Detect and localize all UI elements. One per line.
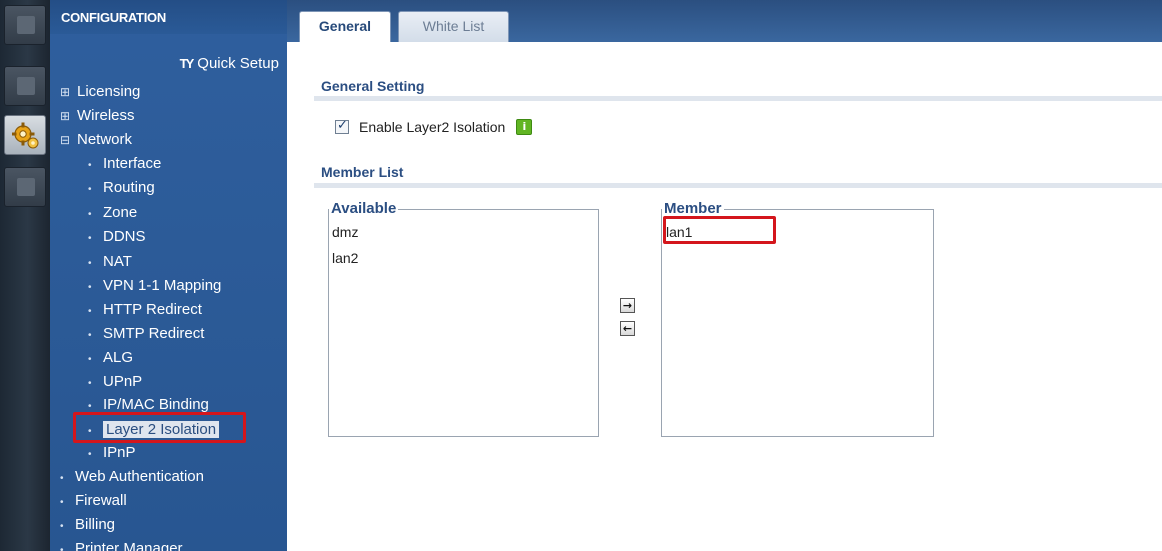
maintenance-button[interactable] (4, 167, 46, 207)
quick-setup-label: Quick Setup (197, 55, 279, 72)
enable-layer2-isolation-checkbox[interactable] (335, 118, 349, 134)
monitor-button[interactable] (4, 66, 46, 106)
bullet-icon: • (88, 258, 92, 269)
bullet-icon: • (88, 160, 92, 171)
bullet-icon: • (60, 473, 64, 484)
quick-setup-link[interactable]: TY Quick Setup (180, 55, 279, 72)
available-listbox[interactable] (328, 209, 599, 437)
nav-item-alg[interactable]: • ALG (88, 349, 133, 369)
expand-icon: ⊞ (60, 85, 71, 99)
enable-layer2-isolation-label: Enable Layer2 Isolation (359, 119, 506, 135)
bullet-icon: • (88, 184, 92, 195)
nav-header: CONFIGURATION (50, 0, 287, 34)
configuration-nav: CONFIGURATION TY Quick Setup ⊞ Licensing … (50, 0, 287, 551)
highlight-box-member (663, 216, 776, 244)
dashboard-button[interactable] (4, 5, 46, 45)
nav-item-upnp[interactable]: • UPnP (88, 373, 142, 393)
monitor-icon (17, 77, 35, 95)
nav-item-web-authentication[interactable]: • Web Authentication (60, 468, 204, 488)
nav-item-printer-manager[interactable]: • Printer Manager (60, 540, 183, 551)
nav-item-wireless[interactable]: ⊞ Wireless (60, 107, 135, 125)
available-label: Available (329, 200, 399, 217)
nav-item-billing[interactable]: • Billing (60, 516, 115, 536)
general-setting-title: General Setting (321, 78, 425, 94)
bullet-icon: • (88, 449, 92, 460)
nav-item-zone[interactable]: • Zone (88, 204, 137, 224)
nav-item-ipnp[interactable]: • IPnP (88, 444, 136, 464)
configuration-gear-icon (12, 122, 39, 149)
nav-item-interface[interactable]: • Interface (88, 155, 161, 175)
bullet-icon: • (88, 233, 92, 244)
member-label: Member (662, 200, 724, 217)
bullet-icon: • (60, 521, 64, 532)
nav-item-http-redirect[interactable]: • HTTP Redirect (88, 301, 202, 321)
nav-item-firewall[interactable]: • Firewall (60, 492, 127, 512)
info-icon[interactable]: i (516, 119, 533, 135)
tab-general[interactable]: General (299, 11, 391, 42)
tab-bar: General White List (287, 0, 1162, 42)
icon-toolbar (0, 0, 50, 551)
main-panel: General White List General Setting Enabl… (287, 0, 1162, 551)
add-to-member-button[interactable]: → (620, 298, 635, 313)
bullet-icon: • (60, 497, 64, 508)
bullet-icon: • (88, 306, 92, 317)
nav-item-routing[interactable]: • Routing (88, 179, 155, 199)
bullet-icon: • (88, 330, 92, 341)
enable-layer2-isolation-row: Enable Layer2 Isolation i (335, 118, 533, 135)
bullet-icon: • (88, 378, 92, 389)
remove-from-member-button[interactable]: ← (620, 321, 635, 336)
tab-white-list[interactable]: White List (398, 11, 509, 42)
section-divider (314, 183, 1162, 188)
nav-item-network[interactable]: ⊟ Network (60, 131, 132, 149)
section-divider (314, 96, 1162, 101)
quick-setup-icon: TY (179, 56, 195, 71)
bullet-icon: • (88, 282, 92, 293)
nav-item-licensing[interactable]: ⊞ Licensing (60, 83, 140, 101)
nav-item-ddns[interactable]: • DDNS (88, 228, 146, 248)
nav-item-nat[interactable]: • NAT (88, 253, 132, 273)
nav-item-smtp-redirect[interactable]: • SMTP Redirect (88, 325, 204, 345)
bullet-icon: • (60, 545, 64, 551)
available-item-lan2[interactable]: lan2 (332, 250, 358, 266)
member-list-title: Member List (321, 164, 404, 180)
bullet-icon: • (88, 354, 92, 365)
nav-item-vpn-1-1-mapping[interactable]: • VPN 1-1 Mapping (88, 277, 221, 297)
collapse-icon: ⊟ (60, 133, 71, 147)
highlight-box-nav (73, 412, 246, 443)
expand-icon: ⊞ (60, 109, 71, 123)
nav-title: CONFIGURATION (61, 10, 166, 25)
available-item-dmz[interactable]: dmz (332, 224, 358, 240)
bullet-icon: • (88, 209, 92, 220)
configuration-button[interactable] (4, 115, 46, 155)
maintenance-icon (17, 178, 35, 196)
dashboard-icon (17, 16, 35, 34)
